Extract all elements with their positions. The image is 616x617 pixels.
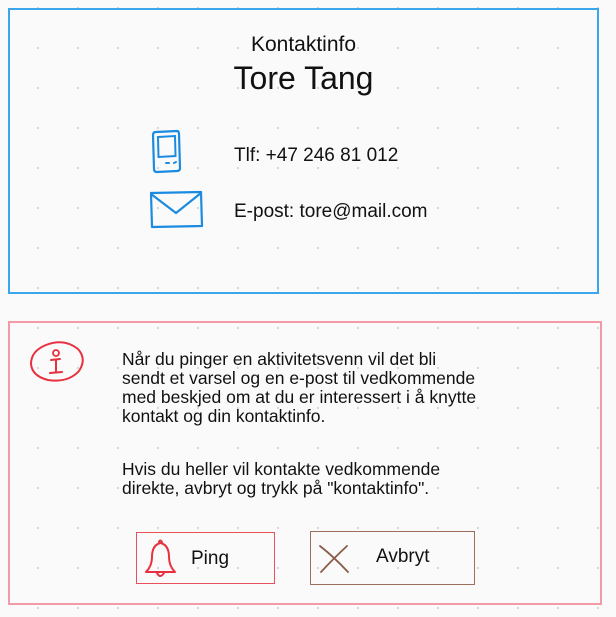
info-paragraph: Når du pinger en aktivitetsvenn vil det …	[122, 350, 582, 426]
info-text-line: sendt et varsel og en e-post til vedkomm…	[122, 368, 476, 388]
x-icon	[319, 545, 349, 573]
contact-card: Kontaktinfo Tore Tang Tlf: +47 246 81 01…	[8, 8, 599, 294]
info-panel: Når du pinger en aktivitetsvenn vil det …	[8, 321, 602, 605]
bell-icon	[145, 539, 176, 577]
info-text-line: Hvis du heller vil kontakte vedkommende	[122, 459, 441, 479]
email-address: E-post: tore@mail.com	[234, 201, 428, 222]
contact-heading: Kontaktinfo	[250, 33, 357, 56]
info-text-line: direkte, avbryt og trykk på "kontaktinfo…	[122, 478, 430, 498]
info-text-line: med beskjed om at du er interessert i å …	[122, 387, 477, 407]
info-text-line: Når du pinger en aktivitetsvenn vil det …	[122, 349, 437, 369]
info-icon	[30, 341, 84, 382]
ping-label: Ping	[191, 548, 230, 569]
info-paragraph: Hvis du heller vil kontakte vedkommende d…	[122, 460, 582, 498]
contact-name: Tore Tang	[233, 60, 374, 96]
info-text-line: kontakt og din kontaktinfo.	[122, 406, 326, 426]
cancel-label: Avbryt	[376, 546, 430, 567]
cancel-button[interactable]: Avbryt	[310, 531, 475, 585]
ping-button[interactable]: Ping	[136, 532, 275, 584]
mobile-phone-icon	[151, 129, 182, 174]
envelope-icon	[149, 190, 204, 229]
phone-number: Tlf: +47 246 81 012	[234, 145, 399, 166]
